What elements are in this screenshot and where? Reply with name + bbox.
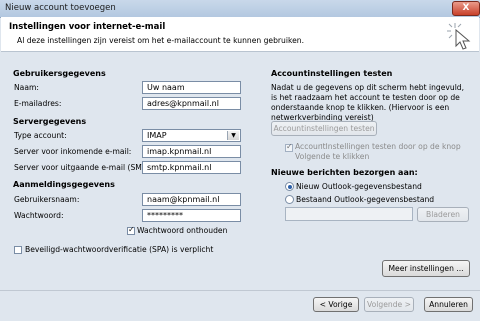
name-field[interactable]: Uw naam [142,81,241,94]
username-label: Gebruikersnaam: [14,195,80,204]
existing-datafile-radio[interactable] [285,195,294,204]
new-datafile-radio[interactable] [285,182,294,191]
login-section-heading: Aanmeldingsgegevens [13,180,115,189]
account-type-label: Type account: [14,131,67,140]
auto-test-label: Accountinstellingen testen door op de kn… [295,142,461,161]
user-section-heading: Gebruikersgegevens [13,69,106,78]
header-subtitle: Al deze instellingen zijn vereist om het… [17,36,304,45]
window-title: Nieuw account toevoegen [5,3,116,13]
password-field[interactable]: ********* [142,209,241,222]
test-section-heading: Accountinstellingen testen [271,69,393,78]
header-title: Instellingen voor internet-e-mail [9,22,166,32]
email-field[interactable]: adres@kpnmail.nl [142,97,241,110]
existing-datafile-label: Bestaand Outlook-gegevensbestand [296,195,435,204]
username-field[interactable]: naam@kpnmail.nl [142,193,241,206]
cursor-sparkle-icon [447,23,471,50]
outgoing-server-field[interactable]: smtp.kpnmail.nl [142,161,241,174]
dialog-body: Gebruikersgegevens Naam: Uw naam E-maila… [1,52,479,289]
title-bar: Nieuw account toevoegen X [0,0,480,18]
cancel-button[interactable]: Annuleren [424,297,473,312]
account-type-value: IMAP [147,131,167,140]
server-section-heading: Servergegevens [13,117,87,126]
incoming-server-label: Server voor inkomende e-mail: [14,147,132,156]
chevron-down-icon: ▼ [227,131,239,140]
new-datafile-label: Nieuw Outlook-gegevensbestand [296,182,422,191]
browse-button[interactable]: Bladeren [417,207,469,222]
remember-password-checkbox[interactable] [127,225,135,235]
datafile-path-field[interactable] [285,207,413,221]
more-settings-button[interactable]: Meer instellingen ... [382,260,470,277]
back-button[interactable]: < Vorige [313,297,359,312]
spa-checkbox[interactable] [14,246,22,254]
auto-test-checkbox[interactable] [285,142,293,152]
close-button[interactable]: X [452,1,480,16]
password-label: Wachtwoord: [14,211,64,220]
spa-label: Beveiligd-wachtwoordverificatie (SPA) is… [25,245,214,254]
email-label: E-mailadres: [14,99,62,108]
test-description: Nadat u de gegevens op dit scherm hebt i… [271,83,465,122]
account-type-select[interactable]: IMAP ▼ [142,129,241,142]
test-account-button[interactable]: Accountinstellingen testen ... [271,121,377,147]
next-button[interactable]: Volgende > [364,297,414,312]
remember-password-label: Wachtwoord onthouden [137,226,228,235]
deliver-section-heading: Nieuwe berichten bezorgen aan: [271,168,418,177]
dialog-header: Instellingen voor internet-e-mail Al dez… [1,17,479,52]
dialog-footer: < Vorige Volgende > Annuleren [0,290,480,321]
incoming-server-field[interactable]: imap.kpnmail.nl [142,145,241,158]
outgoing-server-label: Server voor uitgaande e-mail (SMTP): [14,163,157,172]
name-label: Naam: [14,83,39,92]
